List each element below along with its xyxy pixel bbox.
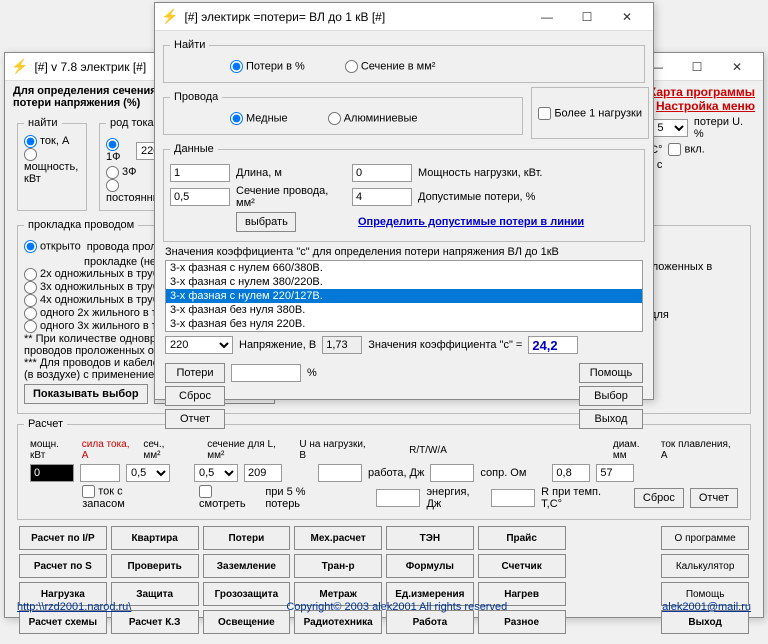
btn-vybor-d[interactable]: Выбор — [579, 386, 643, 406]
select-sech-L[interactable]: 0,5 — [194, 464, 238, 482]
btn-mex[interactable]: Мех.расчет — [294, 526, 382, 550]
footer-center: Copyright© 2003 alek2001 All rights rese… — [286, 601, 507, 613]
footer-left[interactable]: http:\\rzd2001.narod.ru\ — [17, 601, 131, 613]
list-item[interactable]: 3-х фазная без нуля 380В. — [166, 303, 642, 317]
dialog-titlebar: ⚡ [#] электирк =потери= ВЛ до 1 кВ [#] —… — [155, 3, 653, 31]
group-naiti-d: Найти Потери в % Сечение в мм² — [163, 39, 645, 83]
close-button[interactable]: ✕ — [717, 53, 757, 81]
btn-zazemlenie[interactable]: Заземление — [203, 554, 291, 578]
input-dlina[interactable] — [170, 164, 230, 182]
input-energ[interactable] — [376, 489, 420, 507]
radio-alum[interactable]: Алюминиевые — [328, 112, 418, 125]
btn-proverit[interactable]: Проверить — [111, 554, 199, 578]
dialog-close[interactable]: ✕ — [607, 3, 647, 31]
list-item[interactable]: 3-х фазная с нулем 380/220В. — [166, 275, 642, 289]
btn-raschet-ip[interactable]: Расчет по I/P — [19, 526, 107, 550]
input-sila[interactable] — [80, 464, 120, 482]
btn-otchet-calc[interactable]: Отчет — [690, 488, 738, 508]
input-r-temp[interactable] — [491, 489, 535, 507]
text-znach: Значения коэффициента "с" для определени… — [165, 246, 643, 258]
input-moshn[interactable] — [30, 464, 74, 482]
btn-vyhod-d[interactable]: Выход — [579, 409, 643, 429]
list-item-selected[interactable]: 3-х фазная с нулем 220/127В. — [166, 289, 642, 303]
radio-poteri-pct[interactable]: Потери в % — [230, 60, 305, 73]
input-diam[interactable] — [552, 464, 590, 482]
dialog-title: [#] электирк =потери= ВЛ до 1 кВ [#] — [184, 10, 527, 24]
radio-3f[interactable]: 3Ф — [106, 166, 136, 178]
radio-sech-mm2[interactable]: Сечение в мм² — [345, 60, 436, 73]
btn-schetchik[interactable]: Счетчик — [478, 554, 566, 578]
btn-vybrat-d[interactable]: выбрать — [236, 212, 296, 232]
btn-formuly[interactable]: Формулы — [386, 554, 474, 578]
input-c-value — [528, 336, 578, 354]
chk-bolee1[interactable]: Более 1 нагрузки — [538, 107, 642, 120]
select-napr[interactable]: 220 — [165, 336, 233, 354]
group-naiti: найти ток, А мощность, кВт — [17, 117, 87, 211]
input-U[interactable] — [244, 464, 282, 482]
radio-p1[interactable]: 2х одножильных в трубе в — [24, 268, 174, 280]
btn-poteri-d[interactable]: Потери — [165, 363, 225, 383]
btn-kvartira[interactable]: Квартира — [111, 526, 199, 550]
radio-moshn[interactable]: мощность, кВт — [24, 148, 78, 185]
group-dannye: Данные Длина, м Мощность нагрузки, кВт. … — [163, 143, 645, 242]
select-sech[interactable]: 0,5 — [126, 464, 170, 482]
radio-med[interactable]: Медные — [230, 112, 288, 125]
input-dop-poteri[interactable] — [352, 188, 412, 206]
radio-otkryto[interactable]: открыто — [24, 240, 81, 253]
app-icon: ⚡ — [11, 58, 28, 75]
btn-prais[interactable]: Прайс — [478, 526, 566, 550]
dialog-icon: ⚡ — [161, 8, 178, 25]
radio-tok[interactable]: ток, А — [24, 135, 69, 147]
input-poteri-result — [231, 364, 301, 382]
input-rtwa[interactable] — [318, 464, 362, 482]
btn-kalkulyator[interactable]: Калькулятор — [661, 554, 749, 578]
btn-otchet-d[interactable]: Отчет — [165, 409, 225, 429]
btn-poteri[interactable]: Потери — [203, 526, 291, 550]
list-item[interactable]: 3-х фазная без нуля 220В. — [166, 317, 642, 331]
link-nastroika[interactable]: Настройка меню — [649, 99, 755, 113]
chk-vkl[interactable]: вкл. — [668, 143, 704, 156]
radio-p3[interactable]: 4х одножильных в трубе в — [24, 294, 174, 306]
btn-ten[interactable]: ТЭН — [386, 526, 474, 550]
btn-o-programme[interactable]: О программе — [661, 526, 749, 550]
select-ina[interactable]: 5 — [652, 119, 687, 137]
link-karta[interactable]: Карта программы — [649, 85, 755, 99]
input-sech-d[interactable] — [170, 188, 230, 206]
btn-sbros-d[interactable]: Сброс — [165, 386, 225, 406]
group-provoda: Провода Медные Алюминиевые — [163, 91, 523, 135]
input-moshn-d[interactable] — [352, 164, 412, 182]
radio-1f[interactable]: 1Ф — [106, 138, 130, 163]
link-opredelit[interactable]: Определить допустимые потери в линии — [358, 216, 584, 228]
btn-pomosh-d[interactable]: Помощь — [579, 363, 643, 383]
input-rabota[interactable] — [430, 464, 474, 482]
footer: http:\\rzd2001.narod.ru\ Copyright© 2003… — [5, 599, 763, 615]
btn-pokazyvat[interactable]: Показывать выбор — [24, 384, 148, 404]
footer-right[interactable]: alek2001@mail.ru — [662, 601, 751, 613]
maximize-button[interactable]: ☐ — [677, 53, 717, 81]
btn-tran[interactable]: Тран-р — [294, 554, 382, 578]
chk-smotret[interactable]: смотреть — [199, 485, 259, 510]
listbox-faza[interactable]: 3-х фазная с нулем 660/380В. 3-х фазная … — [165, 260, 643, 332]
dialog-window: ⚡ [#] электирк =потери= ВЛ до 1 кВ [#] —… — [154, 2, 654, 400]
btn-sbros-calc[interactable]: Сброс — [634, 488, 684, 508]
dialog-minimize[interactable]: — — [527, 3, 567, 31]
input-tok-plav[interactable] — [596, 464, 634, 482]
chk-tok-zapasom[interactable]: ток с запасом — [82, 485, 165, 510]
input-173 — [322, 336, 362, 354]
list-item[interactable]: 3-х фазная с нулем 660/380В. — [166, 261, 642, 275]
btn-raschet-s[interactable]: Расчет по S — [19, 554, 107, 578]
dialog-maximize[interactable]: ☐ — [567, 3, 607, 31]
radio-p2[interactable]: 3х одножильных в трубе в — [24, 281, 174, 293]
